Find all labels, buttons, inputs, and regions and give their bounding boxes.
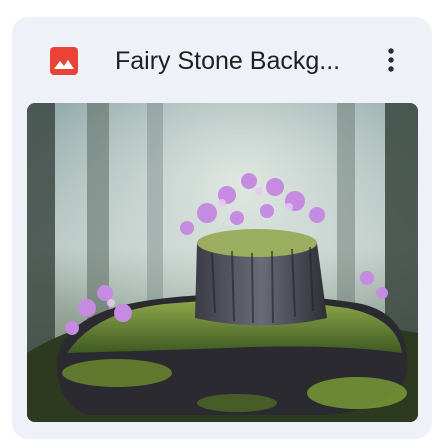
fairy-stone-thumbnail[interactable] [27,103,418,422]
file-title[interactable]: Fairy Stone Backg... [115,43,380,79]
file-card-header: Fairy Stone Backg... [12,17,432,103]
image-file-icon [50,47,78,75]
more-vert-icon[interactable] [376,43,406,81]
file-card[interactable]: Fairy Stone Backg... [12,17,432,439]
